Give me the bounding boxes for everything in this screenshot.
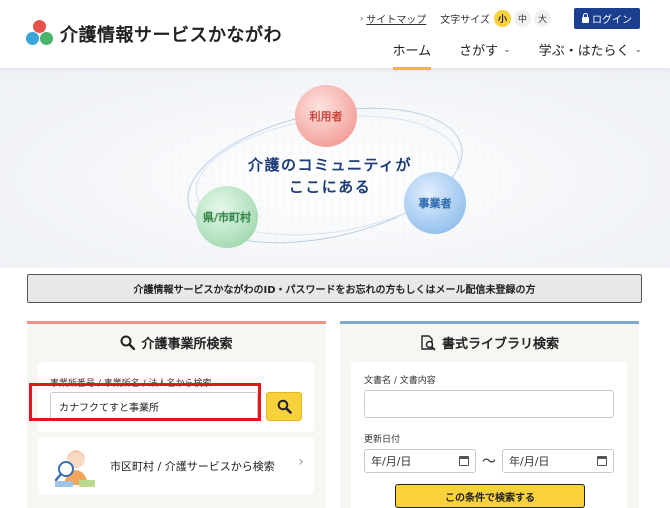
bubble-prefecture-label: 県/市町村: [202, 211, 252, 224]
chevron-down-icon: ⌄: [634, 44, 642, 55]
nav-home[interactable]: ホーム: [392, 40, 432, 70]
logo-icon: [26, 20, 54, 48]
chevron-right-icon: ›: [360, 14, 364, 23]
lock-icon: [582, 12, 589, 23]
date-to-input[interactable]: 年/月/日: [502, 449, 614, 473]
hero-catchphrase: 介護のコミュニティが ここにある: [230, 154, 430, 198]
library-search-panel: 書式ライブラリ検索 文書名 / 文書内容 更新日付 年/月/日 ～ 年/月/日 …: [340, 321, 639, 508]
area-service-search-label: 市区町村 / 介護サービスから検索: [110, 460, 275, 473]
login-label: ログイン: [592, 15, 632, 26]
nav-learn-work[interactable]: 学ぶ・はたらく ⌄: [539, 40, 642, 70]
font-size-medium-button[interactable]: 中: [514, 10, 531, 27]
library-search-form: 文書名 / 文書内容 更新日付 年/月/日 ～ 年/月/日 この条件で検索する: [351, 362, 627, 508]
document-search-input[interactable]: [364, 390, 614, 418]
login-button[interactable]: ログイン: [574, 8, 640, 29]
keyword-search-button[interactable]: [266, 392, 302, 421]
chevron-down-icon: ⌄: [503, 44, 511, 55]
date-to-placeholder: 年/月/日: [509, 455, 550, 468]
library-search-submit-label: この条件で検索する: [445, 492, 535, 504]
search-icon: [277, 399, 292, 414]
font-size-large-button[interactable]: 大: [534, 10, 551, 27]
calendar-icon[interactable]: [459, 456, 469, 466]
nav-home-label: ホーム: [392, 44, 432, 59]
site-header: 介護情報サービスかながわ › サイトマップ 文字サイズ 小 中 大 ログイン ホ…: [0, 0, 670, 70]
global-nav: ホーム さがす ⌄ 学ぶ・はたらく ⌄: [365, 40, 642, 70]
nav-learn-work-label: 学ぶ・はたらく: [538, 44, 630, 59]
chevron-right-icon: ›: [298, 454, 304, 470]
logo-text: 介護情報サービスかながわ: [60, 25, 282, 46]
date-range-separator: ～: [482, 454, 496, 470]
update-date-label: 更新日付: [364, 435, 401, 445]
annotation-highlight-box: [29, 383, 261, 421]
calendar-icon[interactable]: [597, 456, 607, 466]
bubble-user: 利用者: [295, 85, 357, 147]
search-icon: [120, 335, 136, 350]
area-service-search-link[interactable]: 市区町村 / 介護サービスから検索 ›: [38, 437, 314, 495]
utility-bar: › サイトマップ 文字サイズ 小 中 大 ログイン: [360, 8, 640, 29]
font-size-label: 文字サイズ: [440, 15, 490, 26]
site-logo[interactable]: 介護情報サービスかながわ: [26, 20, 282, 48]
library-search-title-text: 書式ライブラリ検索: [441, 337, 559, 352]
library-search-title: 書式ライブラリ検索: [340, 333, 639, 352]
sitemap-link[interactable]: › サイトマップ: [360, 11, 426, 26]
font-size-small-button[interactable]: 小: [494, 10, 511, 27]
notice-text: 介護情報サービスかながわのID・パスワードをお忘れの方もしくはメール配信未登録の…: [133, 285, 536, 296]
nav-search-label: さがす: [459, 44, 499, 59]
facility-search-title-text: 介護事業所検索: [141, 337, 233, 352]
page: 介護情報サービスかながわ › サイトマップ 文字サイズ 小 中 大 ログイン ホ…: [0, 0, 670, 508]
person-with-magnifier-illustration: [54, 450, 95, 487]
facility-search-title: 介護事業所検索: [27, 333, 326, 352]
date-from-input[interactable]: 年/月/日: [364, 449, 476, 473]
sitemap-label: サイトマップ: [366, 15, 427, 26]
library-search-submit-button[interactable]: この条件で検索する: [395, 484, 585, 508]
bubble-user-label: 利用者: [309, 110, 343, 123]
document-search-icon: [421, 334, 436, 350]
hero-catch-line1: 介護のコミュニティが: [247, 156, 413, 174]
date-from-placeholder: 年/月/日: [371, 455, 412, 468]
document-field-label: 文書名 / 文書内容: [364, 376, 436, 386]
id-password-notice-button[interactable]: 介護情報サービスかながわのID・パスワードをお忘れの方もしくはメール配信未登録の…: [27, 274, 642, 303]
hero-catch-line2: ここにある: [288, 178, 372, 196]
nav-search[interactable]: さがす ⌄: [459, 40, 511, 70]
